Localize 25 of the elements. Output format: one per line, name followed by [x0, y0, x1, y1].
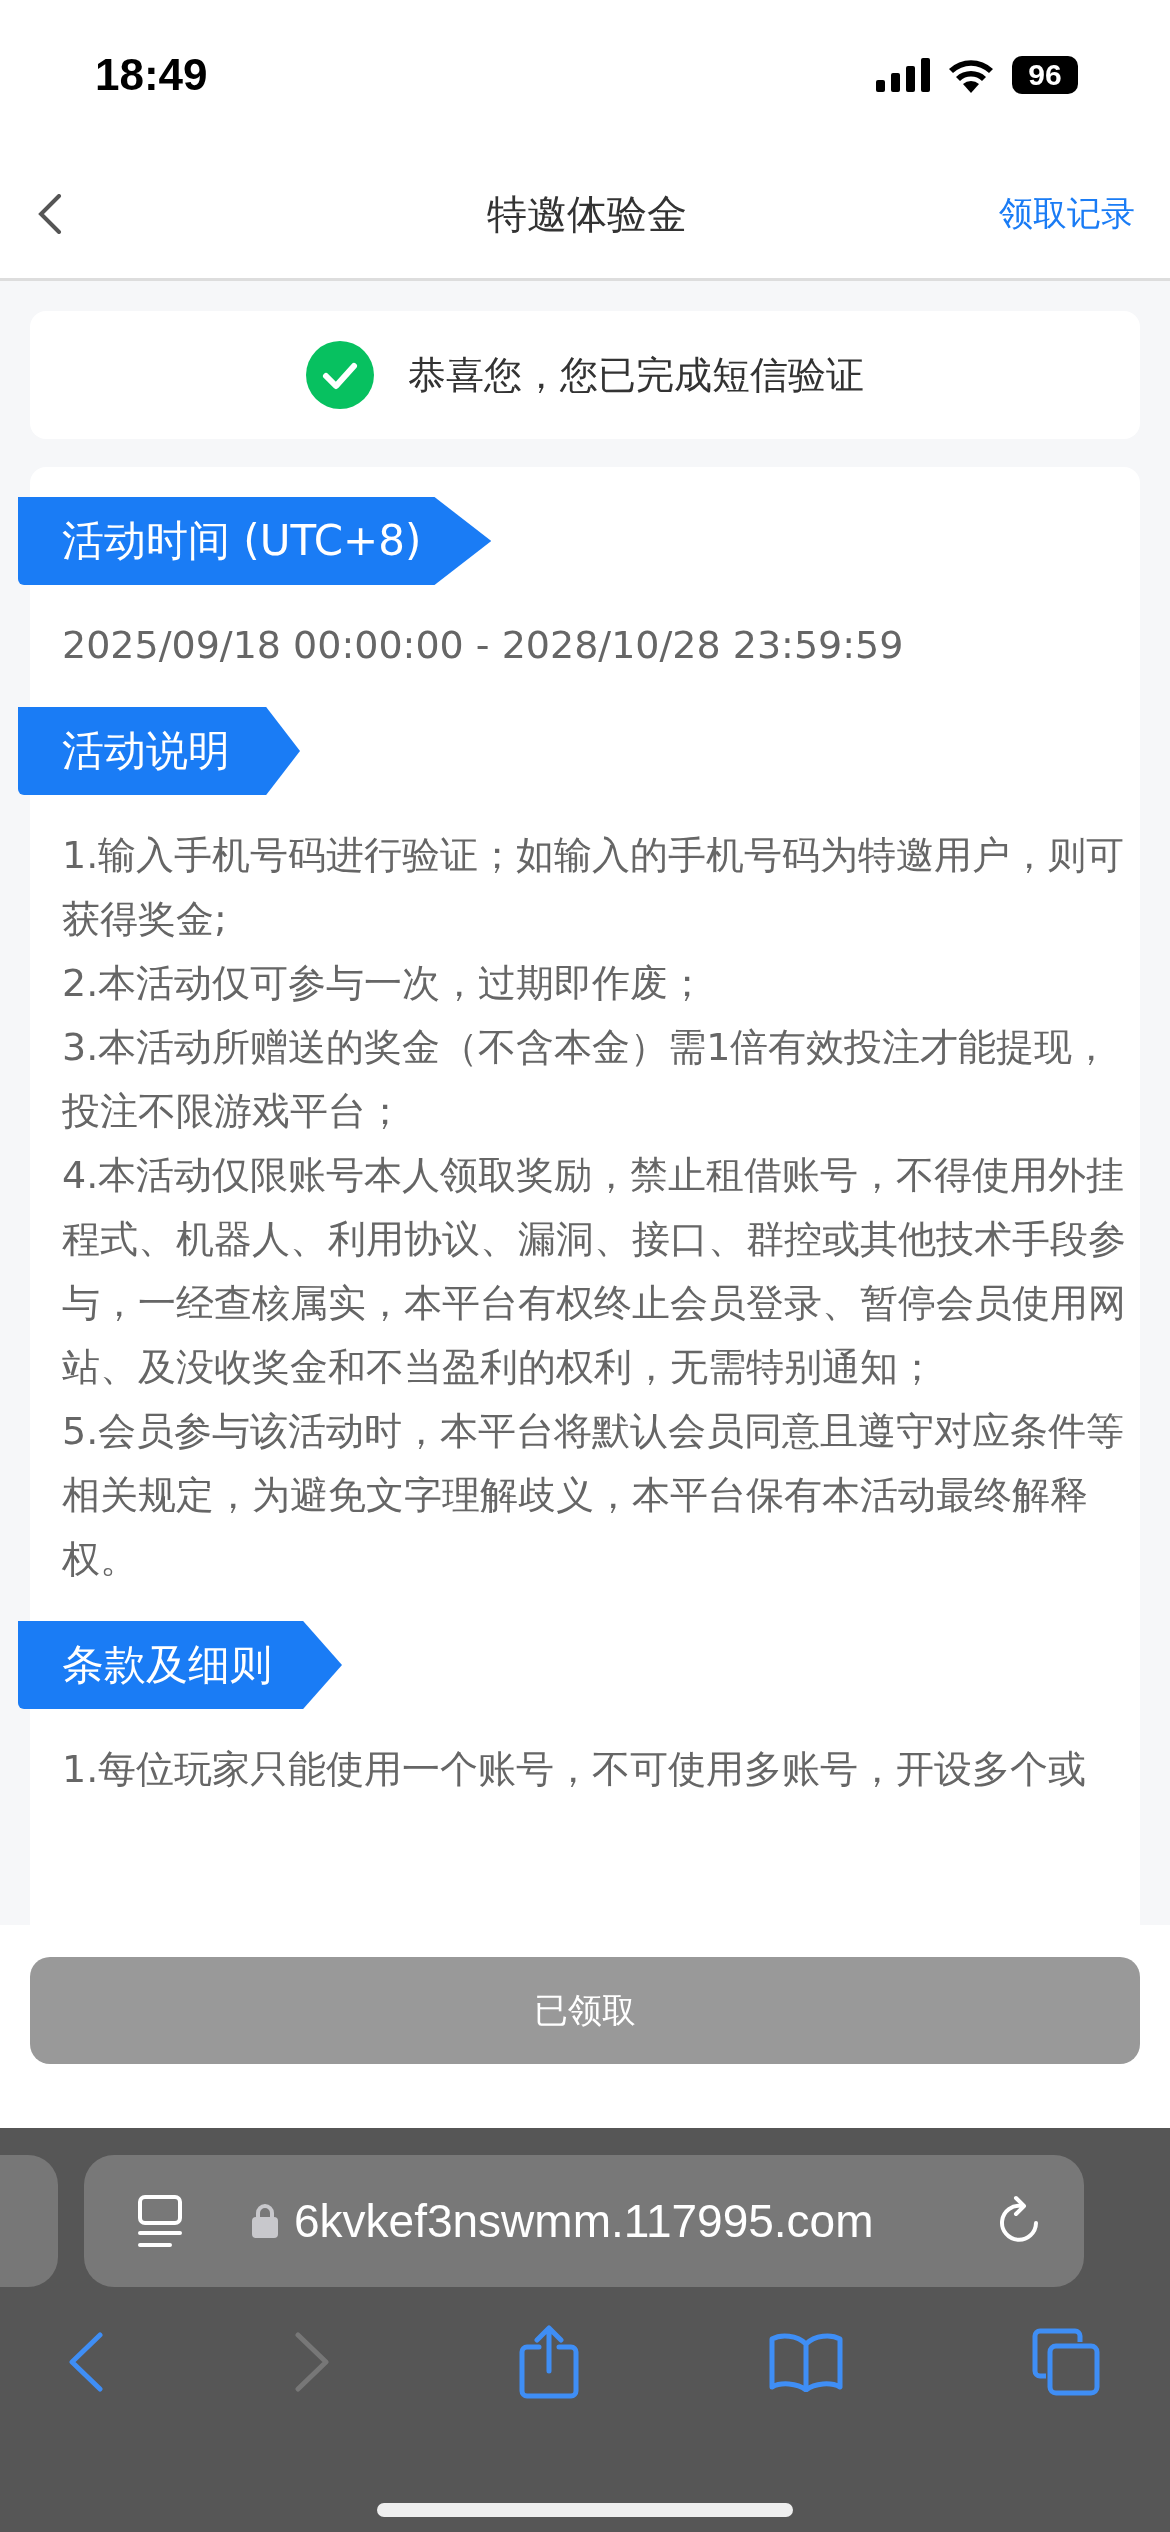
rule-text: 5.会员参与该活动时，本平台将默认会员同意且遵守对应条件等相关规定，为避免文字理解歧义，本平台保有本活动最终解释权。 [62, 1408, 1126, 1583]
tabs-icon[interactable] [1032, 2328, 1100, 2396]
tab-preview[interactable] [0, 2155, 58, 2287]
rule-text: 3.本活动所赠送的奖金（不含本金）需1倍有效投注才能提现，投注不限游戏平台； [62, 1024, 1112, 1135]
back-icon[interactable] [38, 194, 62, 234]
forward-icon[interactable] [293, 2332, 330, 2392]
rule-text: 1.输入手机号码进行验证；如输入的手机号码为特邀用户，则可获得奖金; [62, 832, 1126, 943]
signal-icon [876, 58, 930, 92]
rule-text: 2.本活动仅可参与一次，过期即作废； [62, 960, 708, 1007]
claim-history-link[interactable]: 领取记录 [999, 191, 1135, 237]
notice-text: 恭喜您，您已完成短信验证 [408, 351, 864, 399]
section-heading: 条款及细则 [18, 1621, 342, 1709]
share-icon[interactable] [519, 2325, 579, 2399]
rule-text: 2025/09/18 00:00:00 - 2028/10/28 23:59:59 [62, 622, 905, 669]
bookmarks-icon[interactable] [768, 2332, 843, 2392]
address-bar[interactable]: 6kvkef3nswmm.117995.com [84, 2155, 1084, 2287]
status-time: 18:49 [95, 50, 208, 100]
lock-icon [252, 2204, 278, 2238]
section-heading: 活动说明 [18, 707, 300, 795]
battery-level: 96 [1028, 58, 1062, 92]
url-text: 6kvkef3nswmm.117995.com [294, 2194, 875, 2248]
section-heading: 活动时间 (UTC+8) [18, 497, 492, 585]
rule-text: 1.每位玩家只能使用一个账号，不可使用多账号，开设多个或 [62, 1746, 1088, 1793]
page-title: 特邀体验金 [486, 189, 687, 239]
rule-text: 4.本活动仅限账号本人领取奖励，禁止租借账号，不得使用外挂程式、机器人、利用协议、漏洞、接口、群控或其他技术手段参与，一经查核属实，本平台有权终止会员登录、暂停会员使用网站、及没收奖金和不当盈利的权利，无需特别通知； [62, 1152, 1126, 1391]
